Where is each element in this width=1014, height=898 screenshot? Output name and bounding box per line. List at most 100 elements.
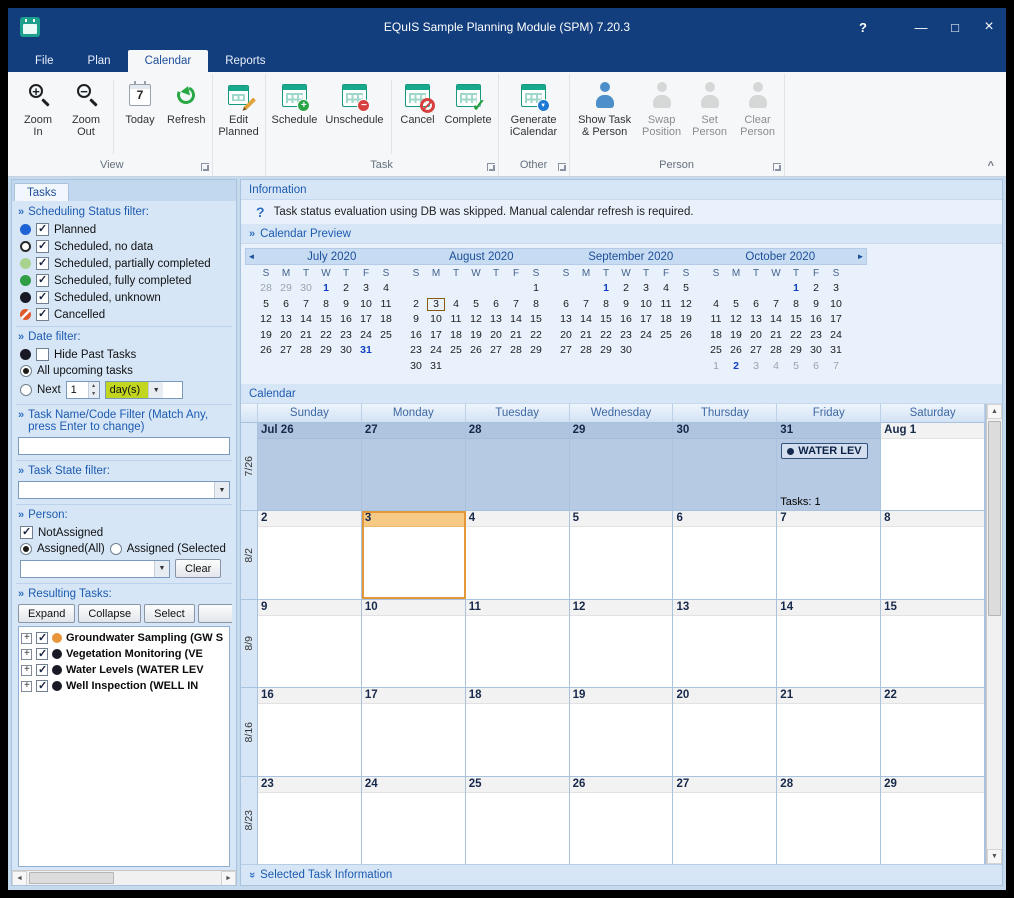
calendar-day-cell[interactable]: 10 <box>362 600 466 687</box>
checkbox[interactable] <box>36 274 49 287</box>
calendar-day-cell[interactable]: 30 <box>673 423 777 510</box>
mini-day[interactable]: 16 <box>616 312 636 328</box>
all-upcoming-tasks-row[interactable]: All upcoming tasks <box>16 363 232 379</box>
scheduling-status-filter-header[interactable]: » Scheduling Status filter: <box>16 202 232 221</box>
tab-plan[interactable]: Plan <box>71 50 128 72</box>
zoom-out-button[interactable]: −Zoom Out <box>63 76 109 158</box>
task-name-filter-header[interactable]: » Task Name/Code Filter (Match Any, pres… <box>16 404 232 436</box>
calendar-day-cell[interactable]: 28 <box>777 777 881 864</box>
mini-day[interactable]: 2 <box>616 281 636 297</box>
tree-item[interactable]: Well Inspection (WELL IN <box>21 678 227 694</box>
cancel-button[interactable]: Cancel <box>396 76 440 158</box>
tree-item[interactable]: Water Levels (WATER LEV <box>21 662 227 678</box>
mini-day[interactable]: 12 <box>256 312 276 328</box>
mini-day[interactable]: 29 <box>786 343 806 359</box>
mini-day[interactable]: 25 <box>446 343 466 359</box>
today-button[interactable]: 7Today <box>118 76 162 158</box>
mini-day[interactable]: 18 <box>706 328 726 344</box>
calendar-day-cell[interactable]: Jul 26 <box>258 423 362 510</box>
mini-day[interactable]: 16 <box>806 312 826 328</box>
mini-day[interactable]: 6 <box>486 297 506 313</box>
mini-day[interactable]: 20 <box>746 328 766 344</box>
maximize-button[interactable]: □ <box>938 8 972 46</box>
mini-day[interactable]: 7 <box>506 297 526 313</box>
mini-day[interactable]: 22 <box>786 328 806 344</box>
mini-day[interactable]: 7 <box>296 297 316 313</box>
mini-day[interactable]: 22 <box>316 328 336 344</box>
mini-day[interactable]: 5 <box>256 297 276 313</box>
checkbox[interactable] <box>36 648 48 660</box>
mini-day[interactable]: 17 <box>826 312 846 328</box>
mini-day[interactable]: 14 <box>506 312 526 328</box>
complete-button[interactable]: ✓Complete <box>442 76 495 158</box>
mini-day[interactable]: 7 <box>576 297 596 313</box>
clear-person-button[interactable]: Clear Person <box>735 76 781 158</box>
mini-day[interactable]: 14 <box>296 312 316 328</box>
mini-day[interactable]: 7 <box>766 297 786 313</box>
mini-day[interactable]: 17 <box>636 312 656 328</box>
next-period-row[interactable]: Next 1 ▲▼ day(s) ▼ <box>16 379 232 401</box>
scroll-left-button[interactable]: ◄ <box>12 871 27 886</box>
status-filter-item[interactable]: Cancelled <box>16 306 232 323</box>
mini-day[interactable]: 25 <box>376 328 396 344</box>
tree-select-button[interactable]: Select <box>144 604 195 623</box>
mini-day[interactable]: 29 <box>316 343 336 359</box>
mini-day[interactable]: 10 <box>426 312 446 328</box>
mini-day[interactable]: 21 <box>296 328 316 344</box>
calendar-day-cell[interactable]: 27 <box>362 423 466 510</box>
dialog-launcher-icon[interactable] <box>558 163 566 171</box>
mini-day[interactable]: 22 <box>596 328 616 344</box>
mini-day[interactable]: 13 <box>556 312 576 328</box>
expand-icon[interactable] <box>21 649 32 660</box>
mini-day[interactable]: 6 <box>806 359 826 375</box>
mini-day[interactable]: 27 <box>486 343 506 359</box>
mini-day[interactable]: 18 <box>376 312 396 328</box>
checkbox[interactable] <box>36 632 48 644</box>
dialog-launcher-icon[interactable] <box>201 163 209 171</box>
mini-day[interactable]: 17 <box>426 328 446 344</box>
expand-icon[interactable] <box>21 633 32 644</box>
person-filter-header[interactable]: » Person: <box>16 504 232 524</box>
mini-day[interactable]: 16 <box>406 328 426 344</box>
resulting-tasks-header[interactable]: » Resulting Tasks: <box>16 583 232 603</box>
close-button[interactable]: × <box>972 8 1006 46</box>
tree-item[interactable]: Vegetation Monitoring (VE <box>21 646 227 662</box>
mini-day[interactable]: 31 <box>826 343 846 359</box>
scroll-right-button[interactable]: ► <box>221 871 236 886</box>
mini-day[interactable]: 30 <box>296 281 316 297</box>
calendar-day-cell[interactable]: 9 <box>258 600 362 687</box>
zoom-in-button[interactable]: +Zoom In <box>15 76 61 158</box>
mini-day[interactable]: 10 <box>636 297 656 313</box>
checkbox[interactable] <box>36 240 49 253</box>
mini-day[interactable]: 29 <box>276 281 296 297</box>
mini-day[interactable]: 7 <box>826 359 846 375</box>
mini-day[interactable]: 29 <box>526 343 546 359</box>
mini-day[interactable]: 13 <box>276 312 296 328</box>
mini-day[interactable]: 10 <box>356 297 376 313</box>
expand-icon[interactable] <box>21 665 32 676</box>
calendar-day-cell[interactable]: 22 <box>881 688 985 775</box>
calendar-day-cell[interactable]: 15 <box>881 600 985 687</box>
mini-day[interactable]: 20 <box>486 328 506 344</box>
mini-day[interactable]: 27 <box>276 343 296 359</box>
mini-day[interactable]: 1 <box>596 281 616 297</box>
mini-day[interactable]: 26 <box>466 343 486 359</box>
selected-task-info-header[interactable]: » Selected Task Information <box>241 864 1002 885</box>
calendar-day-cell[interactable]: 21 <box>777 688 881 775</box>
mini-day[interactable]: 28 <box>256 281 276 297</box>
mini-day[interactable]: 31 <box>356 343 376 359</box>
mini-day[interactable]: 1 <box>706 359 726 375</box>
calendar-day-cell[interactable]: 18 <box>466 688 570 775</box>
mini-day[interactable]: 21 <box>576 328 596 344</box>
mini-day[interactable]: 1 <box>526 281 546 297</box>
mini-day[interactable]: 28 <box>576 343 596 359</box>
unschedule-button[interactable]: −Unschedule <box>322 76 386 158</box>
checkbox[interactable] <box>36 257 49 270</box>
mini-day[interactable]: 6 <box>556 297 576 313</box>
mini-day[interactable]: 26 <box>676 328 696 344</box>
swap-position-button[interactable]: Swap Position <box>639 76 685 158</box>
mini-day[interactable]: 3 <box>636 281 656 297</box>
tab-reports[interactable]: Reports <box>208 50 282 72</box>
not-assigned-row[interactable]: NotAssigned <box>16 524 232 541</box>
tab-file[interactable]: File <box>18 50 71 72</box>
